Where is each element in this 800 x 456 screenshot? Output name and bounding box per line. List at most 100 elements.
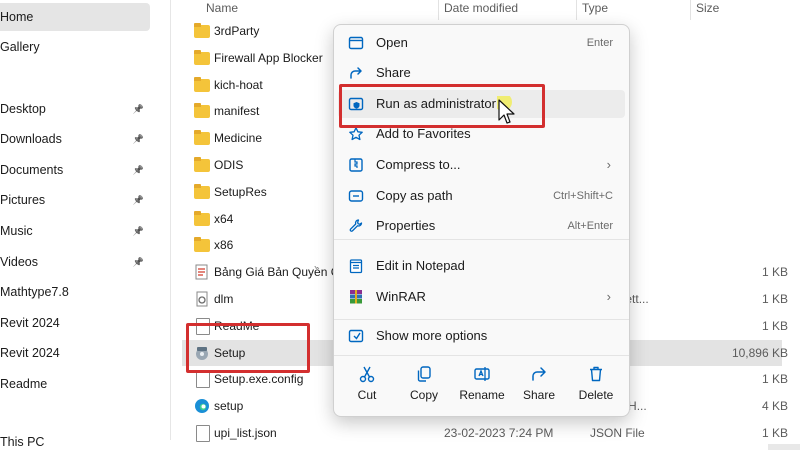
wrench-icon [348, 218, 364, 234]
sidebar-item[interactable]: Revit 2024 [0, 309, 150, 337]
share-icon-glyph [532, 367, 546, 381]
share-icon-glyph [350, 67, 362, 79]
column-separator[interactable] [576, 0, 577, 20]
folder-icon [194, 76, 210, 92]
quick-action-label: Delete [578, 388, 614, 402]
folder-icon [194, 103, 210, 119]
winrar-icon [348, 289, 364, 305]
folder-icon [194, 23, 210, 38]
menu-item-show-more-options[interactable]: Show more options [338, 322, 625, 350]
pin-icon: 📌 [132, 165, 144, 175]
gear-file-icon [196, 291, 208, 307]
pin-icon: 📌 [132, 195, 144, 205]
sidebar-item-label: Revit 2024 [0, 316, 60, 330]
folder-icon [194, 130, 210, 146]
sidebar-item-label: Desktop [0, 102, 46, 116]
menu-item-label: Open [376, 35, 408, 50]
trash-icon [587, 365, 605, 383]
sidebar-item[interactable]: Desktop 📌 [0, 95, 150, 123]
horizontal-scrollbar[interactable] [768, 444, 800, 450]
column-header-type[interactable]: Type [582, 0, 608, 20]
sidebar-item[interactable]: Revit 2024 [0, 339, 150, 367]
sidebar-item[interactable]: Readme [0, 370, 150, 398]
menu-item-open[interactable]: Open Enter [338, 29, 625, 57]
file-size: 1 KB [761, 426, 788, 440]
menu-item-properties[interactable]: Properties Alt+Enter [338, 212, 625, 240]
file-name: SetupRes [214, 184, 267, 199]
share-icon [348, 65, 364, 81]
folder-icon [194, 49, 210, 65]
quick-action-label: Copy [409, 388, 438, 402]
sidebar-item[interactable]: Gallery [0, 33, 150, 61]
chevron-right-icon: › [606, 289, 611, 304]
sidebar-item[interactable]: Videos 📌 [0, 248, 150, 276]
menu-item-shortcut: Enter [586, 37, 613, 49]
menu-item-shortcut: Alt+Enter [567, 220, 613, 232]
file-date: 23-02-2023 7:24 PM [444, 426, 554, 440]
more-options-icon [348, 328, 364, 344]
file-type: JSON File [590, 426, 645, 440]
file-size: 4 KB [761, 399, 788, 414]
document-icon [196, 371, 210, 389]
sidebar-item[interactable]: Documents 📌 [0, 156, 150, 184]
sidebar-item-label: Readme [0, 377, 48, 391]
sidebar-item-label: Music [0, 224, 33, 238]
wrench-icon-glyph [349, 219, 363, 232]
open-icon-glyph [348, 36, 364, 50]
rename-icon-glyph [474, 367, 490, 381]
quick-action-label: Share [522, 388, 556, 402]
scissors-icon [358, 365, 376, 383]
shortcut-page-icon [195, 264, 208, 280]
menu-item-label: Share [376, 65, 411, 80]
file-name: kich-hoat [214, 77, 263, 92]
sidebar-item[interactable]: Music 📌 [0, 217, 150, 245]
web-shortcut-icon [194, 264, 210, 280]
column-header-name[interactable]: Name [206, 0, 238, 20]
sidebar-item-label: Documents [0, 163, 64, 177]
menu-separator [334, 319, 629, 320]
sidebar-item[interactable]: Mathtype7.8 [0, 278, 150, 306]
sidebar-item[interactable]: Home [0, 3, 150, 31]
quick-action-label: Cut [357, 388, 377, 402]
quick-action-rename-button[interactable]: Rename [454, 361, 510, 409]
copy-icon-glyph [417, 366, 431, 382]
winrar-icon-glyph [350, 290, 362, 304]
sidebar-item[interactable]: This PC [0, 428, 150, 456]
column-header-date[interactable]: Date modified [444, 0, 518, 20]
menu-item-compress-to[interactable]: Compress to... › [338, 151, 625, 179]
trash-icon-glyph [590, 366, 602, 382]
file-name: Bảng Giá Bản Quyền Gia [214, 265, 350, 280]
menu-item-share[interactable]: Share [338, 59, 625, 87]
menu-item-winrar[interactable]: WinRAR › [338, 283, 625, 311]
quick-action-delete-button[interactable]: Delete [568, 361, 624, 409]
menu-item-edit-in-notepad[interactable]: Edit in Notepad [338, 252, 625, 280]
quick-action-share-button[interactable]: Share [511, 361, 567, 409]
file-row[interactable]: upi_list.json 23-02-2023 7:24 PM JSON File… [182, 420, 788, 446]
pane-divider[interactable] [170, 0, 171, 440]
menu-item-label: Compress to... [376, 157, 461, 172]
zip-icon [348, 157, 364, 173]
sidebar-item-label: Downloads [0, 132, 62, 146]
menu-item-shortcut: Ctrl+Shift+C [553, 190, 613, 202]
folder-icon [194, 210, 210, 226]
menu-item-label: Edit in Notepad [376, 258, 465, 273]
sidebar-item[interactable]: Pictures 📌 [0, 186, 150, 214]
menu-item-copy-as-path[interactable]: Copy as path Ctrl+Shift+C [338, 182, 625, 210]
file-size: 1 KB [761, 265, 788, 280]
menu-separator [334, 355, 629, 356]
highlight-box-setup [186, 323, 310, 373]
sidebar-item-label: Mathtype7.8 [0, 285, 69, 299]
edge-browser-icon [194, 398, 210, 414]
context-menu: Open Enter Share Run as administrator Add to… [333, 24, 630, 417]
menu-item-label: WinRAR [376, 289, 426, 304]
column-separator[interactable] [438, 0, 439, 20]
column-separator[interactable] [690, 0, 691, 20]
sidebar-item[interactable]: Downloads 📌 [0, 125, 150, 153]
quick-action-copy-button[interactable]: Copy [396, 361, 452, 409]
file-size: 1 KB [761, 318, 788, 333]
mouse-cursor-icon [497, 96, 515, 124]
file-size: 1 KB [761, 292, 788, 306]
pin-icon: 📌 [132, 104, 144, 114]
column-header-size[interactable]: Size [696, 0, 719, 20]
quick-action-cut-button[interactable]: Cut [339, 361, 395, 409]
